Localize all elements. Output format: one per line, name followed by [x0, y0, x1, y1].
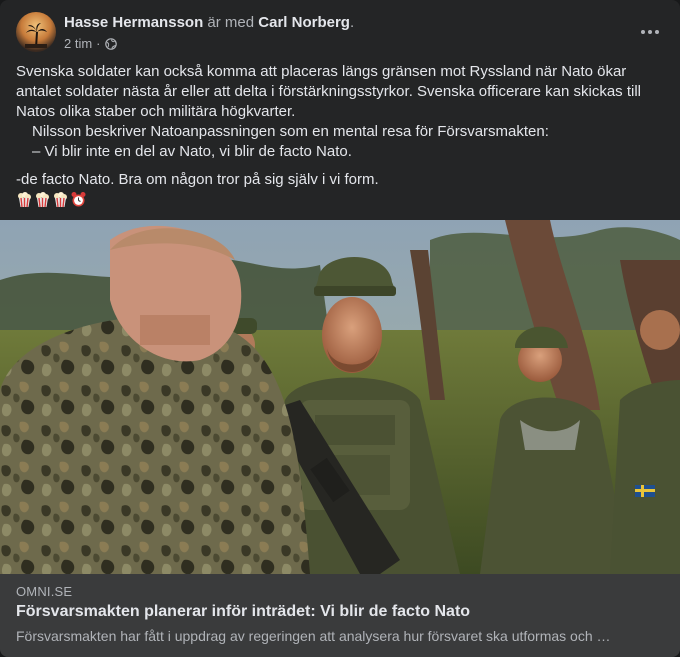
soldiers-photo — [0, 220, 680, 574]
emoji-row — [16, 191, 656, 208]
with-text: är med — [207, 14, 255, 31]
post-paragraph-1: Svenska soldater kan också komma att pla… — [16, 63, 642, 120]
popcorn-icon — [18, 192, 31, 208]
more-options-icon — [641, 30, 659, 34]
period: . — [349, 14, 355, 31]
popcorn-icon — [54, 192, 67, 208]
author-name[interactable]: Hasse Hermansson — [64, 14, 203, 31]
post-paragraph-4: -de facto Nato. Bra om någon tror på sig… — [16, 171, 379, 188]
meta-separator: · — [96, 36, 101, 51]
more-options-button[interactable] — [636, 18, 664, 46]
post-paragraph-3: – Vi blir inte en del av Nato, vi blir d… — [32, 143, 352, 160]
post-time[interactable]: 2 tim — [64, 36, 92, 51]
post-text: Svenska soldater kan också komma att pla… — [16, 62, 656, 208]
post-meta: 2 tim · — [64, 36, 117, 51]
post-header: Hasse Hermansson är med Carl Norberg. 2 … — [16, 12, 664, 56]
link-domain: OMNI.SE — [16, 584, 73, 599]
popcorn-icon — [36, 192, 49, 208]
tagged-name[interactable]: Carl Norberg — [258, 14, 350, 31]
link-title[interactable]: Försvarsmakten planerar inför inträdet: … — [16, 603, 470, 621]
link-preview[interactable]: OMNI.SE Försvarsmakten planerar inför in… — [0, 574, 680, 657]
author-avatar[interactable] — [16, 12, 56, 52]
globe-icon[interactable] — [104, 37, 117, 50]
post-card: Hasse Hermansson är med Carl Norberg. 2 … — [0, 0, 680, 657]
palm-tree-icon — [25, 23, 47, 48]
link-preview-image[interactable] — [0, 220, 680, 574]
alarm-clock-icon — [71, 192, 86, 207]
post-paragraph-2: Nilsson beskriver Natoanpassningen som e… — [32, 123, 549, 140]
link-description: Försvarsmakten har fått i uppdrag av reg… — [16, 628, 611, 644]
post-header-line: Hasse Hermansson är med Carl Norberg. — [64, 14, 354, 31]
